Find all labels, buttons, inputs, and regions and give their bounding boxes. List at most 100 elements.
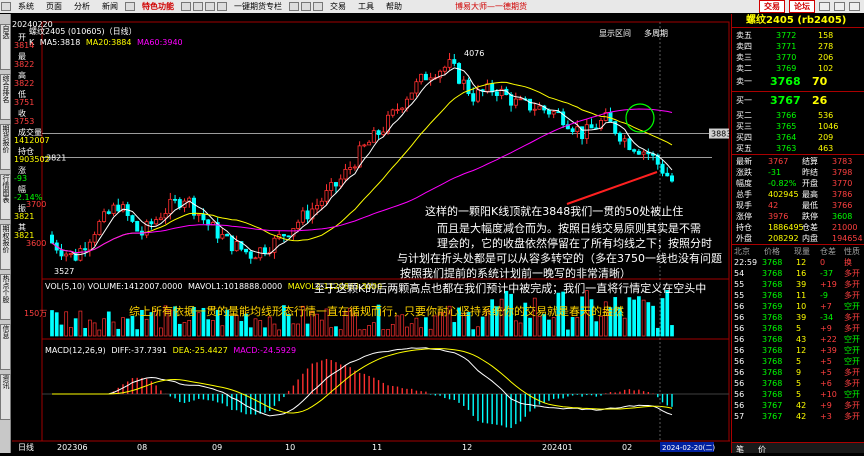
quote-row: 55 3768 39 +19 多开 xyxy=(732,279,864,290)
volume-bar xyxy=(409,323,414,337)
volume-bar xyxy=(660,298,665,337)
quote-cell: 12 xyxy=(796,258,807,267)
candle xyxy=(475,89,480,102)
menu-system[interactable]: 系统 xyxy=(12,1,40,12)
candle xyxy=(343,168,348,180)
volume-bar xyxy=(575,317,580,337)
volume-bar xyxy=(305,323,310,337)
candle xyxy=(68,253,73,255)
side-tab[interactable]: 资讯 xyxy=(0,374,11,420)
quote-cell: 仓差 xyxy=(820,247,836,256)
quote-cell: 43 xyxy=(796,335,807,344)
quote-cell: 3768 xyxy=(762,357,783,366)
toolbar-icon[interactable] xyxy=(217,2,227,11)
side-tab[interactable]: 期权报价 xyxy=(0,224,11,270)
close-icon[interactable] xyxy=(849,2,860,11)
quote-tab[interactable]: 价 xyxy=(758,444,766,455)
candle xyxy=(296,221,301,229)
date-tick: 09 xyxy=(212,443,222,452)
candle xyxy=(281,234,286,237)
quote-cell: 3770 xyxy=(832,179,853,188)
quote-cell: 北京 xyxy=(734,247,750,256)
trade-button[interactable]: 交易 xyxy=(759,0,785,13)
quote-cell: 3767 xyxy=(770,94,801,107)
candle xyxy=(452,59,457,64)
quote-row: 外盘 208292 内盘 194654 xyxy=(732,233,864,244)
side-tab[interactable]: 热点个股 xyxy=(0,274,11,320)
toolbar-icon[interactable] xyxy=(193,2,203,11)
menu-page[interactable]: 页面 xyxy=(40,1,68,12)
quote-cell: +6 xyxy=(820,379,832,388)
annotation-line: 至于这颗K的后两颗高点也都在我们预计中被完成；我们一直将行情定义在空头中 xyxy=(314,282,707,295)
quote-cell: 涨停 xyxy=(736,212,752,221)
quote-title: 螺纹2405 (rb2405) xyxy=(732,14,864,28)
quote-cell: 11 xyxy=(796,291,807,300)
quote-cell: 12 xyxy=(796,346,807,355)
kline-chart[interactable]: 3700 3600 4076 3527 3883 3821 150万 日线 202306 08 09… xyxy=(12,14,731,453)
menu-trade[interactable]: 交易 xyxy=(324,1,352,12)
side-tab[interactable]: 信息 xyxy=(0,324,11,370)
quote-cell: 3765 xyxy=(776,122,797,131)
candle xyxy=(130,215,135,222)
candle xyxy=(201,213,206,221)
legend-item: MA5:3818 xyxy=(39,38,83,47)
menu-tools[interactable]: 工具 xyxy=(352,1,380,12)
volume-bar xyxy=(125,318,130,337)
multi-period-button[interactable]: 多周期 xyxy=(644,28,668,39)
toolbar-icon[interactable] xyxy=(289,2,299,11)
quote-row: 56 3768 43 +22 空开 xyxy=(732,334,864,345)
quote-cell: 3768 xyxy=(762,280,783,289)
side-tab[interactable]: 自选 xyxy=(0,24,11,70)
quote-cell: 空开 xyxy=(844,302,860,311)
candle xyxy=(636,150,641,155)
volume-bar xyxy=(367,325,371,337)
range-button[interactable]: 显示区间 xyxy=(599,28,631,39)
side-tab[interactable]: 行情图表 xyxy=(0,174,11,220)
side-tab[interactable]: 期货报价 xyxy=(0,124,11,170)
quote-row: 北京 价格 现量 仓差 性质 xyxy=(732,246,864,257)
info-value: 3822 xyxy=(14,79,35,88)
volume-bar xyxy=(182,322,187,337)
menu-futures-column[interactable]: 一键期货专栏 xyxy=(228,1,288,12)
quote-cell: +19 xyxy=(820,280,837,289)
candle xyxy=(466,79,471,95)
volume-bar xyxy=(641,299,646,337)
legend-item: DIFF:-37.7391 xyxy=(111,346,170,355)
quote-cell: 外盘 xyxy=(736,234,752,243)
quote-cell: 3769 xyxy=(762,302,783,311)
menu-features[interactable]: 特色功能 xyxy=(136,1,180,12)
toolbar-icon[interactable] xyxy=(301,2,311,11)
candle xyxy=(584,124,589,140)
side-tabs: 自选综合排名期货报价行情图表期权报价热点个股信息 资讯 xyxy=(0,14,11,453)
volume-bar xyxy=(206,319,211,337)
price-tag-text: 3883 xyxy=(711,130,730,139)
volume-bar xyxy=(594,321,599,337)
candle xyxy=(409,92,414,100)
volume-bar xyxy=(637,296,641,337)
quote-cell: 卖二 xyxy=(736,64,752,73)
toolbar-icon[interactable] xyxy=(313,2,323,11)
minimize-icon[interactable] xyxy=(819,2,830,11)
info-value: 3822 xyxy=(14,60,35,69)
quote-tab[interactable]: 笔 xyxy=(736,444,744,455)
quote-row: 卖三 3770 206 xyxy=(732,52,864,63)
toolbar-icon[interactable] xyxy=(125,2,135,11)
menu-analysis[interactable]: 分析 xyxy=(68,1,96,12)
menu-news[interactable]: 新闻 xyxy=(96,1,124,12)
side-tab[interactable]: 综合排名 xyxy=(0,74,11,120)
maximize-icon[interactable] xyxy=(834,2,845,11)
candle xyxy=(447,59,452,68)
quote-cell: 42 xyxy=(768,201,779,210)
quote-cell: 5 xyxy=(796,390,802,399)
forum-button[interactable]: 论坛 xyxy=(789,0,815,13)
quote-row: 涨跌 -31 昨结 3798 xyxy=(732,167,864,178)
toolbar-icon[interactable] xyxy=(205,2,215,11)
menu-help[interactable]: 帮助 xyxy=(380,1,408,12)
quote-cell: 3768 xyxy=(762,313,783,322)
volume-bar xyxy=(291,323,296,337)
quote-cell: 3767 xyxy=(768,157,789,166)
volume-bar xyxy=(419,327,424,337)
candle xyxy=(229,235,234,252)
toolbar-icon[interactable] xyxy=(181,2,191,11)
quote-cell: 3768 xyxy=(762,335,783,344)
